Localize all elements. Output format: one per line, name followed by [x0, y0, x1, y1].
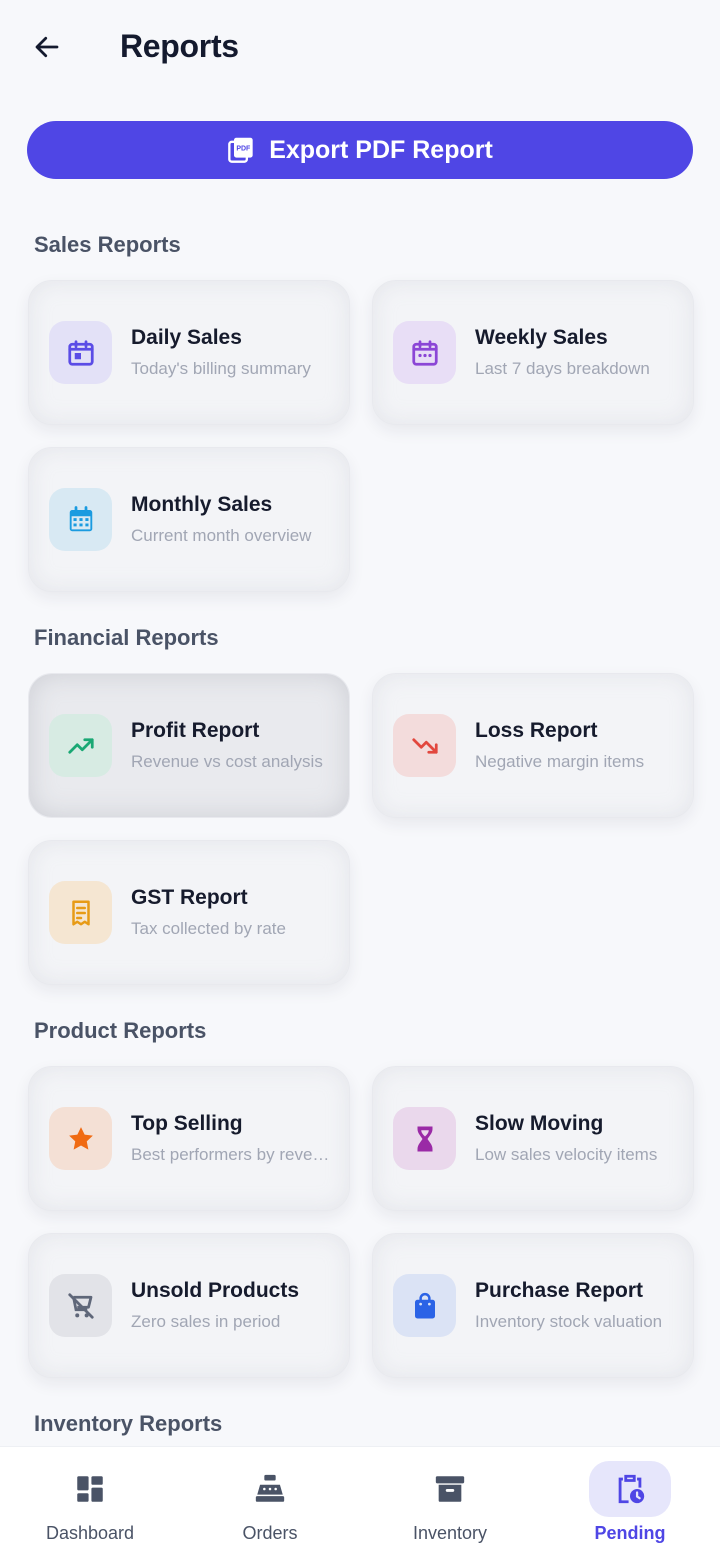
- reports-list[interactable]: Sales Reports Daily Sales Today's billin…: [0, 200, 720, 1446]
- calendar-month-icon: [49, 488, 112, 551]
- trending-down-icon: [393, 714, 456, 777]
- card-title: GST Report: [131, 886, 248, 909]
- card-title: Monthly Sales: [131, 493, 273, 516]
- section-title: Inventory Reports: [34, 1411, 223, 1436]
- export-pdf-label: Export PDF Report: [269, 135, 493, 164]
- arrow-left-icon: [35, 36, 59, 58]
- section-product-reports: Product Reports Top Selling Best perform…: [0, 1018, 720, 1378]
- nav-label: Pending: [594, 1523, 666, 1543]
- nav-dashboard[interactable]: Dashboard: [0, 1447, 180, 1560]
- card-title: Unsold Products: [131, 1279, 300, 1302]
- section-inventory-reports: Inventory Reports: [0, 1411, 720, 1437]
- back-button[interactable]: [26, 26, 68, 68]
- shopping-bag-icon: [393, 1274, 456, 1337]
- nav-pending[interactable]: Pending: [540, 1447, 720, 1560]
- card-title: Purchase Report: [475, 1279, 644, 1302]
- card-text: Top Selling Best performers by revenue: [131, 1112, 349, 1165]
- card-text: Purchase Report Inventory stock valuatio…: [475, 1279, 693, 1332]
- report-card-top-selling[interactable]: Top Selling Best performers by revenue: [28, 1066, 350, 1211]
- card-subtitle: Revenue vs cost analysis: [131, 752, 323, 771]
- card-text: Profit Report Revenue vs cost analysis: [131, 719, 349, 772]
- nav-orders[interactable]: Orders: [180, 1447, 360, 1560]
- report-card-weekly-sales[interactable]: Weekly Sales Last 7 days breakdown: [372, 280, 694, 425]
- card-text: Slow Moving Low sales velocity items: [475, 1112, 693, 1165]
- card-text: Daily Sales Today's billing summary: [131, 326, 349, 379]
- section-financial-reports: Financial Reports Profit Report Revenue …: [0, 625, 720, 985]
- card-subtitle: Tax collected by rate: [131, 919, 286, 938]
- dashboard-icon: [49, 1461, 131, 1517]
- section-title: Product Reports: [34, 1018, 207, 1043]
- section-title: Financial Reports: [34, 625, 219, 650]
- hourglass-icon: [393, 1107, 456, 1170]
- svg-text:PDF: PDF: [237, 146, 252, 153]
- report-grid: Profit Report Revenue vs cost analysis L…: [27, 673, 694, 985]
- card-title: Daily Sales: [131, 326, 242, 349]
- card-subtitle: Zero sales in period: [131, 1312, 281, 1331]
- archive-box-icon: [409, 1461, 491, 1517]
- card-subtitle: Low sales velocity items: [475, 1145, 658, 1164]
- card-title: Slow Moving: [475, 1112, 604, 1135]
- section-sales-reports: Sales Reports Daily Sales Today's billin…: [0, 232, 720, 592]
- star-icon: [49, 1107, 112, 1170]
- report-card-slow-moving[interactable]: Slow Moving Low sales velocity items: [372, 1066, 694, 1211]
- card-text: Weekly Sales Last 7 days breakdown: [475, 326, 693, 379]
- report-grid: Top Selling Best performers by revenue S…: [27, 1066, 694, 1378]
- calendar-today-icon: [49, 321, 112, 384]
- report-card-profit-report[interactable]: Profit Report Revenue vs cost analysis: [28, 673, 350, 818]
- export-pdf-button[interactable]: PDF Export PDF Report: [27, 121, 693, 179]
- report-card-gst-report[interactable]: GST Report Tax collected by rate: [28, 840, 350, 985]
- report-card-loss-report[interactable]: Loss Report Negative margin items: [372, 673, 694, 818]
- report-card-unsold-products[interactable]: Unsold Products Zero sales in period: [28, 1233, 350, 1378]
- calendar-week-icon: [393, 321, 456, 384]
- nav-label: Dashboard: [45, 1523, 135, 1543]
- receipt-icon: [49, 881, 112, 944]
- card-title: Weekly Sales: [475, 326, 608, 349]
- card-text: Monthly Sales Current month overview: [131, 493, 349, 546]
- card-text: Unsold Products Zero sales in period: [131, 1279, 349, 1332]
- remove-cart-icon: [49, 1274, 112, 1337]
- report-grid: Daily Sales Today's billing summary Week…: [27, 280, 694, 592]
- card-title: Top Selling: [131, 1112, 243, 1135]
- bottom-navigation: Dashboard Orders Inventory Pending: [0, 1446, 720, 1560]
- nav-inventory[interactable]: Inventory: [360, 1447, 540, 1560]
- pending-clipboard-icon: [589, 1461, 671, 1517]
- card-subtitle: Best performers by revenue: [131, 1145, 331, 1164]
- trending-up-icon: [49, 714, 112, 777]
- page-title: Reports: [120, 28, 239, 64]
- card-subtitle: Current month overview: [131, 526, 312, 545]
- card-text: GST Report Tax collected by rate: [131, 886, 349, 939]
- card-subtitle: Last 7 days breakdown: [475, 359, 650, 378]
- card-subtitle: Today's billing summary: [131, 359, 311, 378]
- card-subtitle: Negative margin items: [475, 752, 645, 771]
- section-title: Sales Reports: [34, 232, 181, 257]
- nav-label: Orders: [242, 1523, 298, 1543]
- pdf-icon: PDF: [227, 136, 255, 164]
- card-title: Profit Report: [131, 719, 260, 742]
- nav-label: Inventory: [412, 1523, 488, 1543]
- report-card-daily-sales[interactable]: Daily Sales Today's billing summary: [28, 280, 350, 425]
- app-header: Reports: [0, 0, 720, 100]
- report-card-purchase-report[interactable]: Purchase Report Inventory stock valuatio…: [372, 1233, 694, 1378]
- card-title: Loss Report: [475, 719, 598, 742]
- card-text: Loss Report Negative margin items: [475, 719, 693, 772]
- cash-register-icon: [229, 1461, 311, 1517]
- report-card-monthly-sales[interactable]: Monthly Sales Current month overview: [28, 447, 350, 592]
- card-subtitle: Inventory stock valuation: [475, 1312, 663, 1331]
